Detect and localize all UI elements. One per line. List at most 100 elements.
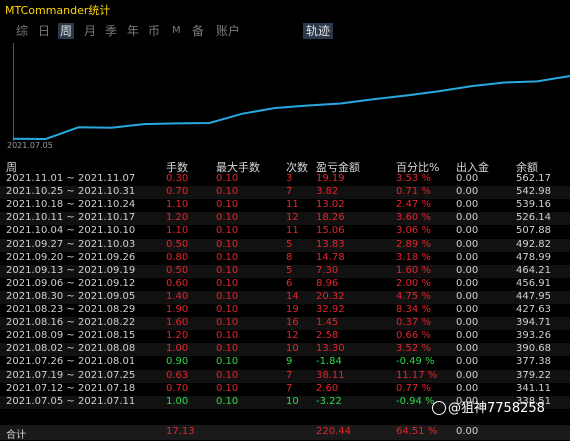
row-pnl: 20.32 <box>316 290 345 302</box>
row-lots: 0.80 <box>166 251 189 263</box>
row-count: 11 <box>286 199 299 211</box>
row-deposit: 0.00 <box>456 343 479 355</box>
row-week: 2021.09.13 ~ 2021.09.19 <box>6 264 136 276</box>
row-pnl: 2.58 <box>316 330 339 342</box>
balance-line <box>13 75 570 141</box>
tab-m[interactable]: M <box>172 23 181 39</box>
row-week: 2021.07.12 ~ 2021.07.18 <box>6 382 136 394</box>
balance-point <box>372 98 375 101</box>
table-row[interactable]: 2021.10.11 ~ 2021.10.17 1.20 0.10 12 18.26 3.… <box>0 212 570 226</box>
row-deposit: 0.00 <box>456 199 479 211</box>
tab-note[interactable]: 备 <box>192 23 204 39</box>
row-max-lots: 0.10 <box>216 369 239 381</box>
table-row[interactable]: 2021.07.26 ~ 2021.08.01 0.90 0.10 9 -1.84 -0.… <box>0 356 570 369</box>
row-week: 2021.07.05 ~ 2021.07.11 <box>6 395 136 407</box>
balance-point <box>143 123 145 125</box>
row-max-lots: 0.10 <box>216 199 239 211</box>
tab-year[interactable]: 年 <box>127 23 139 39</box>
row-lots: 0.30 <box>166 173 189 184</box>
row-week: 2021.07.19 ~ 2021.07.25 <box>6 369 136 381</box>
table-row[interactable]: 2021.09.13 ~ 2021.09.19 0.50 0.10 5 7.30 1.60… <box>0 264 570 278</box>
tab-week[interactable]: 周 <box>58 23 75 39</box>
row-max-lots: 0.10 <box>216 290 239 302</box>
table-row[interactable]: 2021.08.09 ~ 2021.08.15 1.20 0.10 12 2.58 0.6… <box>0 330 570 343</box>
row-deposit: 0.00 <box>456 225 479 237</box>
row-balance: 447.95 <box>516 290 551 302</box>
row-deposit: 0.00 <box>456 264 479 276</box>
row-lots: 0.50 <box>166 238 189 250</box>
total-label: 合计 <box>6 430 26 441</box>
table-row[interactable]: 2021.08.23 ~ 2021.08.29 1.90 0.10 19 32.92 8.… <box>0 304 570 317</box>
row-week: 2021.09.20 ~ 2021.09.26 <box>6 251 136 263</box>
row-count: 7 <box>286 382 293 394</box>
row-count: 3 <box>286 173 293 184</box>
table-row[interactable]: 2021.09.20 ~ 2021.09.26 0.80 0.10 8 14.78 3.1… <box>0 252 570 265</box>
weibo-icon <box>432 400 446 415</box>
row-lots: 0.90 <box>166 356 189 368</box>
row-deposit: 0.00 <box>456 251 479 263</box>
table-row[interactable]: 2021.08.02 ~ 2021.08.08 1.00 0.10 10 13.30 3.… <box>0 343 570 357</box>
row-percent: 1.60 % <box>396 264 431 276</box>
row-week: 2021.08.09 ~ 2021.08.15 <box>6 330 136 342</box>
row-pnl: -1.84 <box>316 356 342 368</box>
row-max-lots: 0.10 <box>216 212 239 224</box>
table-row[interactable]: 2021.10.18 ~ 2021.10.24 1.10 0.10 11 13.02 2.… <box>0 199 570 212</box>
row-pnl: 8.96 <box>316 277 339 289</box>
table-row[interactable]: 2021.08.16 ~ 2021.08.22 1.60 0.10 16 1.45 0.3… <box>0 317 570 331</box>
row-balance: 427.63 <box>516 304 551 315</box>
row-deposit: 0.00 <box>456 277 479 289</box>
row-count: 16 <box>286 317 299 329</box>
table-row[interactable]: 2021.07.12 ~ 2021.07.18 0.70 0.10 7 2.60 0.77… <box>0 383 570 396</box>
tab-month[interactable]: 月 <box>84 23 96 39</box>
row-count: 10 <box>286 343 299 355</box>
row-count: 5 <box>286 238 293 250</box>
balance-point <box>307 104 309 107</box>
row-percent: 3.53 % <box>396 173 431 184</box>
table-row[interactable]: 2021.11.01 ~ 2021.11.07 0.30 0.10 3 19.19 3.5… <box>0 173 570 186</box>
row-percent: -0.94 % <box>396 395 435 407</box>
row-percent: 2.89 % <box>396 238 431 250</box>
table-row[interactable]: 2021.09.06 ~ 2021.09.12 0.60 0.10 6 8.96 2.00… <box>0 278 570 291</box>
row-lots: 0.63 <box>166 369 189 381</box>
row-percent: 3.18 % <box>396 251 431 263</box>
row-max-lots: 0.10 <box>216 382 239 394</box>
row-deposit: 0.00 <box>456 212 479 224</box>
row-lots: 1.10 <box>166 199 189 211</box>
row-lots: 1.00 <box>166 395 189 407</box>
row-percent: -0.49 % <box>396 356 435 368</box>
table-row[interactable]: 2021.07.19 ~ 2021.07.25 0.63 0.10 7 38.11 11.… <box>0 369 570 383</box>
table-row[interactable]: 2021.10.25 ~ 2021.10.31 0.70 0.10 7 3.82 0.71… <box>0 186 570 200</box>
row-lots: 1.10 <box>166 225 189 237</box>
row-lots: 1.90 <box>166 304 189 315</box>
row-count: 7 <box>286 186 293 198</box>
tab-account[interactable]: 账户 <box>216 23 240 39</box>
tab-summary[interactable]: 综 <box>16 23 28 39</box>
total-percent: 64.51 % <box>396 426 438 437</box>
row-deposit: 0.00 <box>456 356 479 368</box>
tab-quarter[interactable]: 季 <box>105 23 117 39</box>
row-pnl: 1.45 <box>316 317 339 329</box>
row-max-lots: 0.10 <box>216 356 239 368</box>
table-row[interactable]: 2021.10.04 ~ 2021.10.10 1.10 0.10 11 15.06 3.… <box>0 225 570 238</box>
table-row[interactable]: 2021.08.30 ~ 2021.09.05 1.40 0.10 14 20.32 4.… <box>0 290 570 304</box>
tab-day[interactable]: 日 <box>38 23 50 39</box>
row-week: 2021.08.30 ~ 2021.09.05 <box>6 290 136 302</box>
row-lots: 1.60 <box>166 317 189 329</box>
balance-point <box>77 126 80 129</box>
row-count: 9 <box>286 356 293 368</box>
row-week: 2021.10.18 ~ 2021.10.24 <box>6 199 136 211</box>
row-pnl: 7.30 <box>316 264 339 276</box>
row-lots: 1.40 <box>166 290 189 302</box>
row-week: 2021.09.06 ~ 2021.09.12 <box>6 277 136 289</box>
balance-chart-svg <box>13 43 570 141</box>
row-balance: 507.88 <box>516 225 551 237</box>
row-balance: 539.16 <box>516 199 551 211</box>
row-deposit: 0.00 <box>456 186 479 198</box>
row-percent: 0.71 % <box>396 186 431 198</box>
tab-currency[interactable]: 币 <box>148 23 160 39</box>
row-count: 11 <box>286 225 299 237</box>
balance-point <box>339 102 342 105</box>
table-row[interactable]: 2021.09.27 ~ 2021.10.03 0.50 0.10 5 13.83 2.8… <box>0 238 570 252</box>
row-week: 2021.10.04 ~ 2021.10.10 <box>6 225 136 237</box>
tab-track[interactable]: 轨迹 <box>303 23 334 39</box>
